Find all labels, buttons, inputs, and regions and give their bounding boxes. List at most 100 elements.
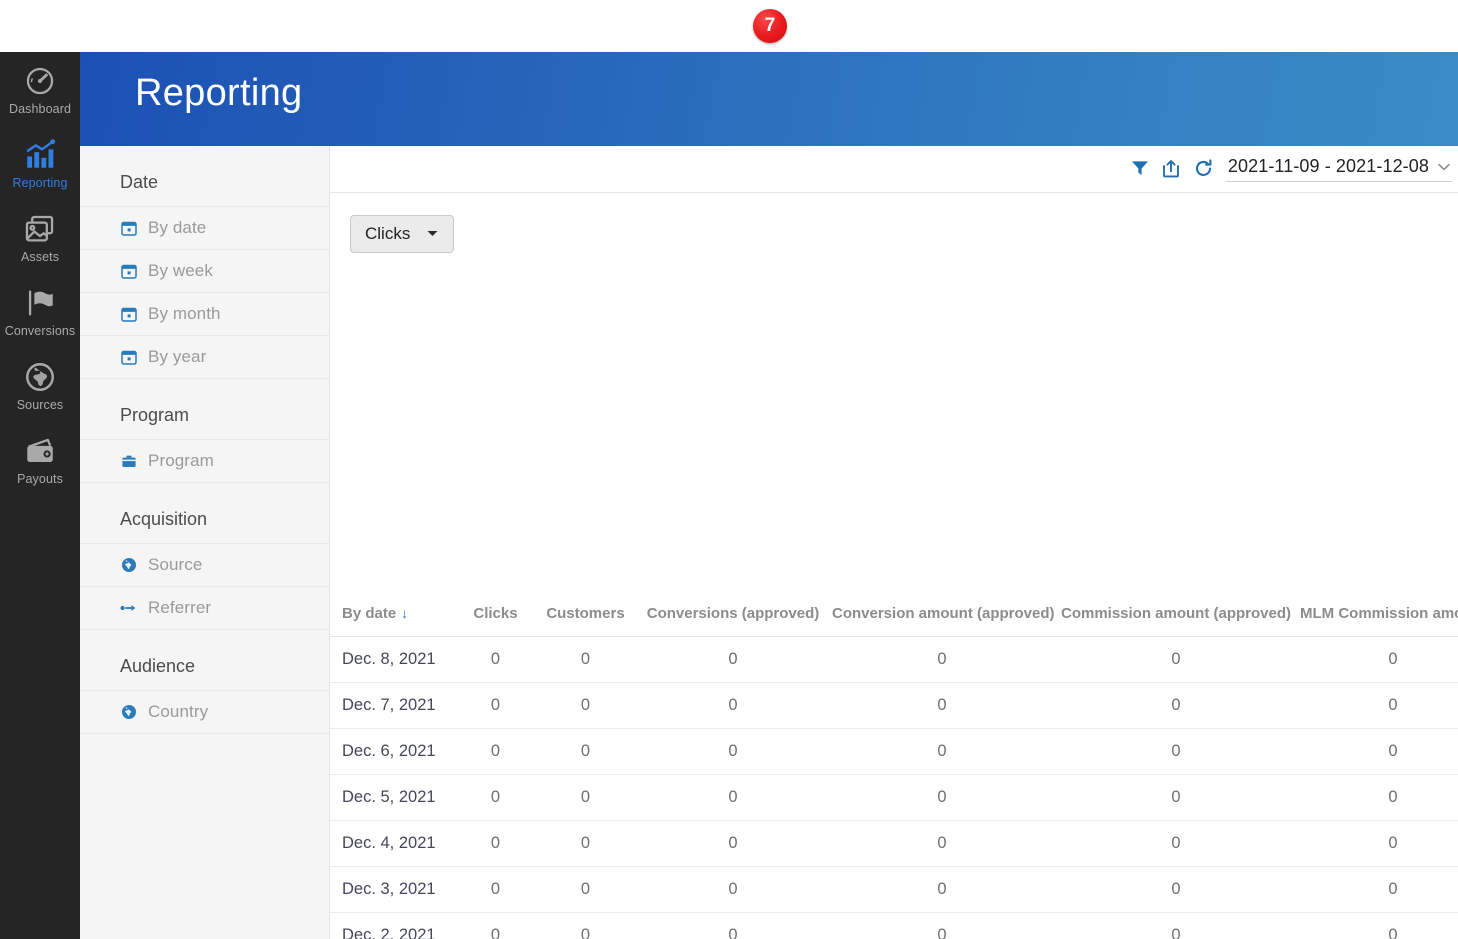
sidebar-item-label: Reporting <box>12 176 68 190</box>
subnav-item-label: Referrer <box>148 598 212 617</box>
subnav-item-country[interactable]: Country <box>80 690 329 734</box>
speedometer-icon <box>2 64 78 98</box>
subnav-item-by-week[interactable]: By week <box>80 249 329 293</box>
cell-customers: 0 <box>533 774 638 821</box>
chart-canvas <box>330 266 1458 596</box>
column-header-commission-amount-approved[interactable]: Commission amount (approved) <box>1056 595 1296 637</box>
reporting-subnav: Date By date By week By month By year Pr… <box>80 146 330 939</box>
sidebar-item-label: Dashboard <box>8 102 72 116</box>
table-row[interactable]: Dec. 4, 2021 0 0 0 0 0 0 <box>330 820 1458 867</box>
report-table-container[interactable]: By date ↓ Clicks Customers Conversions (a… <box>330 595 1458 939</box>
cell-clicks: 0 <box>458 682 533 729</box>
refresh-icon[interactable] <box>1188 153 1220 183</box>
cell-commission-amount: 0 <box>1056 636 1296 683</box>
subnav-item-by-month[interactable]: By month <box>80 292 329 336</box>
column-header-conversions-approved[interactable]: Conversions (approved) <box>638 595 828 637</box>
calendar-icon <box>120 306 137 323</box>
page-header-banner: Reporting <box>80 52 1458 146</box>
sidebar-item-payouts[interactable]: Payouts <box>0 422 80 496</box>
subnav-item-by-date[interactable]: By date <box>80 206 329 250</box>
cell-conversion-amount: 0 <box>828 636 1056 683</box>
cell-conversion-amount: 0 <box>828 866 1056 913</box>
cell-mlm-commission-amount: 0 <box>1296 682 1458 729</box>
cell-customers: 0 <box>533 728 638 775</box>
date-range-value: 2021-11-09 - 2021-12-08 <box>1227 156 1429 176</box>
subnav-item-source[interactable]: Source <box>80 543 329 587</box>
sidebar-item-dashboard[interactable]: Dashboard <box>0 52 80 126</box>
cell-mlm-commission-amount: 0 <box>1296 774 1458 821</box>
chevron-down-icon <box>426 225 439 243</box>
subnav-item-by-year[interactable]: By year <box>80 335 329 379</box>
main-content: 2021-11-09 - 2021-12-08 Clicks By date ↓… <box>330 146 1458 939</box>
cell-conversions: 0 <box>638 866 828 913</box>
metric-selector-label: Clicks <box>365 224 411 243</box>
cell-commission-amount: 0 <box>1056 774 1296 821</box>
cell-conversions: 0 <box>638 636 828 683</box>
subnav-item-label: Program <box>148 451 214 470</box>
cell-date: Dec. 5, 2021 <box>330 774 458 821</box>
sidebar-item-assets[interactable]: Assets <box>0 200 80 274</box>
globe-icon <box>120 704 137 721</box>
cell-conversions: 0 <box>638 912 828 939</box>
cell-commission-amount: 0 <box>1056 866 1296 913</box>
briefcase-icon <box>120 453 137 470</box>
cell-conversion-amount: 0 <box>828 728 1056 775</box>
primary-sidebar: Dashboard Reporting Assets Conversions S… <box>0 52 80 939</box>
nav-group-title-acquisition: Acquisition <box>120 509 208 529</box>
date-range-picker[interactable]: 2021-11-09 - 2021-12-08 <box>1225 154 1452 182</box>
table-row[interactable]: Dec. 5, 2021 0 0 0 0 0 0 <box>330 774 1458 821</box>
notification-badge[interactable]: 7 <box>753 9 787 43</box>
sidebar-item-conversions[interactable]: Conversions <box>0 274 80 348</box>
report-toolbar: 2021-11-09 - 2021-12-08 <box>330 146 1458 193</box>
cell-customers: 0 <box>533 682 638 729</box>
column-header-customers[interactable]: Customers <box>533 595 638 637</box>
cell-date: Dec. 3, 2021 <box>330 866 458 913</box>
cell-clicks: 0 <box>458 912 533 939</box>
cell-conversions: 0 <box>638 820 828 867</box>
table-row[interactable]: Dec. 6, 2021 0 0 0 0 0 0 <box>330 728 1458 775</box>
cell-commission-amount: 0 <box>1056 728 1296 775</box>
cell-commission-amount: 0 <box>1056 820 1296 867</box>
table-row[interactable]: Dec. 8, 2021 0 0 0 0 0 0 <box>330 636 1458 683</box>
sidebar-item-reporting[interactable]: Reporting <box>0 126 80 200</box>
nav-group-title-program: Program <box>120 405 190 425</box>
sidebar-item-label: Conversions <box>4 324 76 338</box>
flag-icon <box>2 286 78 320</box>
cell-conversion-amount: 0 <box>828 820 1056 867</box>
toolbar-actions: 2021-11-09 - 2021-12-08 <box>1124 153 1452 183</box>
table-row[interactable]: Dec. 7, 2021 0 0 0 0 0 0 <box>330 682 1458 729</box>
subnav-item-label: By month <box>148 304 221 323</box>
cell-conversion-amount: 0 <box>828 912 1056 939</box>
column-header-mlm-commission-amount-approved[interactable]: MLM Commission amount (approved) <box>1296 595 1458 637</box>
column-header-by-date[interactable]: By date ↓ <box>330 595 458 637</box>
nav-group-title-date: Date <box>120 172 159 192</box>
filter-icon[interactable] <box>1124 153 1156 183</box>
top-strip: 7 <box>0 0 1458 52</box>
cell-conversion-amount: 0 <box>828 682 1056 729</box>
cell-clicks: 0 <box>458 866 533 913</box>
column-header-clicks[interactable]: Clicks <box>458 595 533 637</box>
subnav-item-label: Country <box>148 702 209 721</box>
cell-clicks: 0 <box>458 774 533 821</box>
chevron-down-icon <box>1438 158 1450 176</box>
table-body: Dec. 8, 2021 0 0 0 0 0 0 Dec. 7, 2021 0 … <box>330 636 1458 939</box>
table-row[interactable]: Dec. 3, 2021 0 0 0 0 0 0 <box>330 866 1458 913</box>
cell-date: Dec. 7, 2021 <box>330 682 458 729</box>
table-row[interactable]: Dec. 2, 2021 0 0 0 0 0 0 <box>330 912 1458 939</box>
sidebar-item-sources[interactable]: Sources <box>0 348 80 422</box>
cell-mlm-commission-amount: 0 <box>1296 820 1458 867</box>
cell-mlm-commission-amount: 0 <box>1296 636 1458 683</box>
subnav-item-program[interactable]: Program <box>80 439 329 483</box>
cell-date: Dec. 8, 2021 <box>330 636 458 683</box>
subnav-item-label: By week <box>148 261 213 280</box>
cell-customers: 0 <box>533 820 638 867</box>
nav-group-title-audience: Audience <box>120 656 196 676</box>
sidebar-item-label: Assets <box>20 250 60 264</box>
column-header-conversion-amount-approved[interactable]: Conversion amount (approved) <box>828 595 1056 637</box>
subnav-item-referrer[interactable]: Referrer <box>80 586 329 630</box>
cell-customers: 0 <box>533 636 638 683</box>
cell-mlm-commission-amount: 0 <box>1296 912 1458 939</box>
export-icon[interactable] <box>1156 153 1188 183</box>
metric-selector-button[interactable]: Clicks <box>350 215 455 253</box>
column-header-label: By date <box>342 605 397 622</box>
